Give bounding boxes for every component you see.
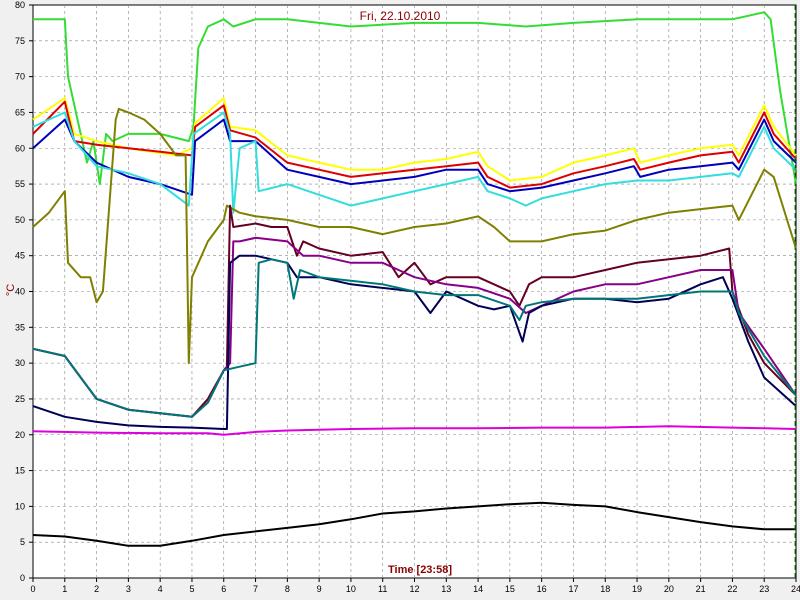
x-tick-label: 12 — [409, 584, 419, 594]
y-tick-label: 20 — [15, 430, 25, 440]
y-tick-label: 10 — [15, 501, 25, 511]
x-tick-label: 1 — [62, 584, 67, 594]
y-tick-label: 0 — [20, 573, 25, 583]
x-tick-label: 0 — [30, 584, 35, 594]
y-tick-label: 65 — [15, 107, 25, 117]
x-tick-label: 20 — [664, 584, 674, 594]
x-tick-label: 21 — [696, 584, 706, 594]
chart-title: Fri, 22.10.2010 — [360, 9, 441, 23]
y-axis-label: °C — [5, 284, 17, 296]
x-tick-label: 22 — [727, 584, 737, 594]
y-tick-label: 35 — [15, 322, 25, 332]
x-tick-label: 8 — [285, 584, 290, 594]
x-tick-label: 16 — [537, 584, 547, 594]
y-tick-label: 55 — [15, 179, 25, 189]
y-tick-label: 25 — [15, 394, 25, 404]
y-tick-label: 80 — [15, 0, 25, 10]
x-tick-label: 7 — [253, 584, 258, 594]
y-tick-label: 5 — [20, 537, 25, 547]
y-tick-label: 70 — [15, 72, 25, 82]
x-tick-label: 15 — [505, 584, 515, 594]
x-tick-label: 24 — [791, 584, 800, 594]
y-tick-label: 45 — [15, 251, 25, 261]
x-tick-label: 13 — [441, 584, 451, 594]
y-tick-label: 60 — [15, 143, 25, 153]
y-tick-label: 30 — [15, 358, 25, 368]
temperature-chart: 0 1 2 3 4 5 6 7 8 9 10 11 12 13 14 15 16 17 18 19 20 21 22 23 24… — [0, 0, 800, 600]
x-tick-label: 4 — [158, 584, 163, 594]
y-tick-label: 75 — [15, 36, 25, 46]
x-tick-label: 17 — [568, 584, 578, 594]
x-tick-label: 5 — [189, 584, 194, 594]
x-tick-label: 23 — [759, 584, 769, 594]
y-tick-label: 50 — [15, 215, 25, 225]
x-tick-label: 6 — [221, 584, 226, 594]
x-axis-label: Time [23:58] — [388, 564, 452, 576]
y-tick-label: 15 — [15, 466, 25, 476]
x-tick-label: 10 — [346, 584, 356, 594]
x-tick-label: 18 — [600, 584, 610, 594]
x-tick-label: 14 — [473, 584, 483, 594]
x-tick-label: 2 — [94, 584, 99, 594]
x-tick-label: 3 — [126, 584, 131, 594]
x-tick-label: 19 — [632, 584, 642, 594]
x-tick-label: 11 — [378, 584, 387, 594]
x-tick-label: 9 — [317, 584, 322, 594]
